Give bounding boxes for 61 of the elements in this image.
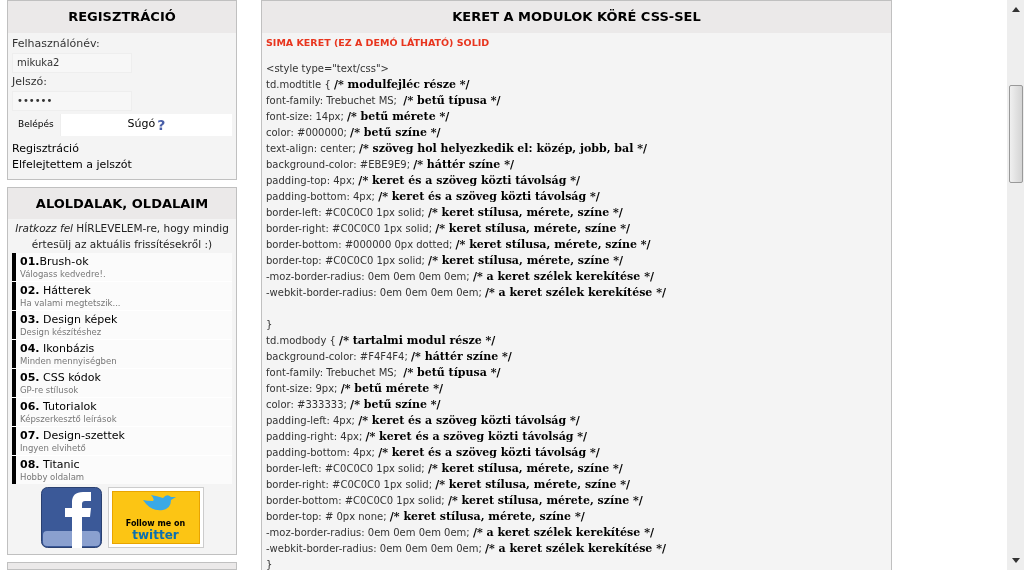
code-line: background-color: #F4F4F4; /* háttér színe */	[266, 348, 513, 365]
code-line: font-size: 9px; /* betű mérete */	[266, 380, 444, 397]
code-line: text-align: center; /* szöveg hol helyezkedik el: közép, jobb, bal */	[266, 140, 648, 157]
code-line: border-top: # 0px none; /* keret stílusa, mérete, színe */	[266, 508, 586, 525]
code-line: padding-bottom: 4px; /* keret és a szöveg közti távolság */	[266, 444, 601, 461]
subpage-link[interactable]: 01.Brush-ok Válogass kedvedre!.	[12, 253, 232, 281]
code-line: }	[266, 557, 274, 570]
username-field[interactable]: mikuka2	[12, 52, 132, 73]
code-line: border-right: #C0C0C0 1px solid; /* keret stílusa, mérete, színe */	[266, 220, 632, 237]
code-line: border-top: #C0C0C0 1px solid; /* keret stílusa, mérete, színe */	[266, 252, 625, 269]
subpage-link[interactable]: 06. Tutorialok Képszerkesztő leírások	[12, 398, 232, 426]
code-line: padding-right: 4px; /* keret és a szöveg közti távolság */	[266, 428, 589, 445]
scroll-down-icon[interactable]	[1011, 558, 1020, 563]
code-line: td.modtitle { /* modulfejléc része */	[266, 76, 471, 93]
password-field[interactable]: ••••••	[12, 90, 132, 111]
twitter-badge[interactable]: Follow me on twitter	[107, 487, 204, 548]
help-icon[interactable]: ?	[157, 117, 166, 132]
newsletter-text: Iratkozz fel HÍRLEVELEM-re, hogy mindig értesülj az aktuális frissítésekről :)	[14, 221, 230, 252]
scrollbar[interactable]	[1007, 0, 1024, 570]
code-line: -moz-border-radius: 0em 0em 0em 0em; /* a keret szélek kerekítése */	[266, 524, 655, 541]
article-title: KERET A MODULOK KÖRÉ CSS-SEL	[262, 1, 891, 33]
code-line: border-right: #C0C0C0 1px solid; /* keret stílusa, mérete, színe */	[266, 476, 632, 493]
help-link[interactable]: Súgó	[127, 116, 156, 133]
code-line: font-family: Trebuchet MS; /* betű típusa */	[266, 92, 502, 109]
login-button[interactable]: Belépés	[12, 113, 61, 136]
code-line: }	[266, 317, 274, 332]
code-line: color: #000000; /* betű színe */	[266, 124, 442, 141]
code-line: font-size: 14px; /* betű mérete */	[266, 108, 451, 125]
panel-title: REGISZTRÁCIÓ	[8, 1, 236, 33]
scroll-up-icon[interactable]	[1011, 7, 1020, 12]
badge-text: twitter	[132, 529, 179, 542]
code-line: padding-left: 4px; /* keret és a szöveg közti távolság */	[266, 412, 581, 429]
code-line: -webkit-border-radius: 0em 0em 0em 0em; /* a keret szélek kerekítése */	[266, 540, 667, 557]
code-line: border-bottom: #C0C0C0 1px solid; /* keret stílusa, mérete, színe */	[266, 492, 644, 509]
subpage-link[interactable]: 08. Titanic Hobby oldalam	[12, 456, 232, 484]
article-subtitle: SIMA KERET (EZ A DEMÓ LÁTHATÓ) SOLID	[266, 35, 491, 50]
field-label: Felhasználónév:	[12, 35, 101, 52]
account-link[interactable]: Elfelejtettem a jelszót	[12, 156, 232, 173]
subpage-link[interactable]: 05. CSS kódok GP-re stílusok	[12, 369, 232, 397]
code-line: -webkit-border-radius: 0em 0em 0em 0em; /* a keret szélek kerekítése */	[266, 284, 667, 301]
subpage-link[interactable]: 02. Hátterek Ha valami megtetszik...	[12, 282, 232, 310]
panel-title: ALOLDALAK, OLDALAIM	[8, 187, 236, 219]
code-line: td.modbody { /* tartalmi modul része */	[266, 332, 497, 349]
code-line: padding-bottom: 4px; /* keret és a szöveg közti távolság */	[266, 188, 601, 205]
code-line: color: #333333; /* betű színe */	[266, 396, 442, 413]
field-label: Jelszó:	[12, 73, 48, 90]
facebook-logo-icon[interactable]	[40, 487, 102, 548]
code-line: <style type="text/css">	[266, 61, 390, 76]
subpage-link[interactable]: 07. Design-szettek Ingyen elvihető	[12, 427, 232, 455]
code-line: font-family: Trebuchet MS; /* betű típusa */	[266, 364, 502, 381]
account-link[interactable]: Regisztráció	[12, 140, 232, 157]
code-line: border-left: #C0C0C0 1px solid; /* keret stílusa, mérete, színe */	[266, 204, 624, 221]
code-line: border-bottom: #000000 0px dotted; /* keret stílusa, mérete, színe */	[266, 236, 652, 253]
code-line: -moz-border-radius: 0em 0em 0em 0em; /* a keret szélek kerekítése */	[266, 268, 655, 285]
code-line: padding-top: 4px; /* keret és a szöveg közti távolság */	[266, 172, 581, 189]
subpage-link[interactable]: 04. Ikonbázis Minden mennyiségben	[12, 340, 232, 368]
code-line: border-left: #C0C0C0 1px solid; /* keret stílusa, mérete, színe */	[266, 460, 624, 477]
subpage-link[interactable]: 03. Design képek Design készítéshez	[12, 311, 232, 339]
code-line: background-color: #EBE9E9; /* háttér színe */	[266, 156, 515, 173]
badge-text: Follow me on	[125, 519, 186, 529]
scrollbar-thumb[interactable]	[1008, 85, 1023, 183]
